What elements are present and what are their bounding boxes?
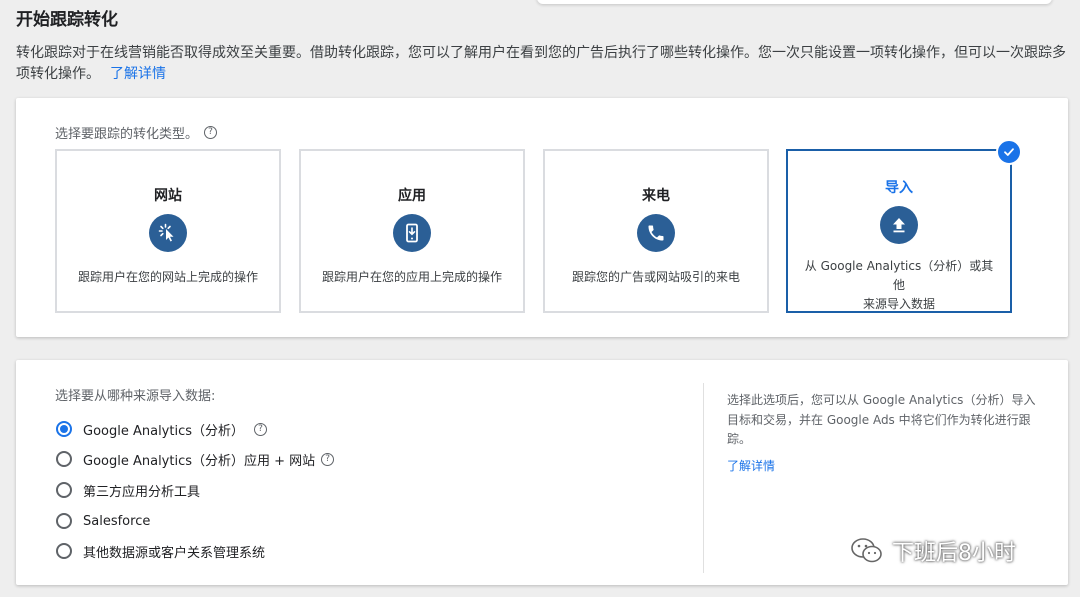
cursor-click-icon [149,214,187,252]
page-title: 开始跟踪转化 [16,10,118,30]
type-card-title: 网站 [154,188,182,204]
side-note: 选择此选项后，您可以从 Google Analytics（分析）导入目标和交易，… [727,393,1036,446]
radio-option-third-party[interactable]: 第三方应用分析工具 [56,480,200,500]
radio-button[interactable] [56,513,72,529]
radio-label: Salesforce [83,513,151,529]
upload-icon [880,206,918,244]
intro-learn-more-link[interactable]: 了解详情 [110,66,166,82]
radio-label: Google Analytics（分析）应用 + 网站 [83,453,316,469]
help-icon[interactable]: ? [254,422,268,436]
intro-text: 转化跟踪对于在线营销能否取得成效至关重要。借助转化跟踪，您可以了解用户在看到您的… [16,43,1066,85]
radio-option-ga-app-web[interactable]: Google Analytics（分析）应用 + 网站 ? [56,449,335,469]
type-card-desc-line: 从 Google Analytics（分析）或其他 [804,259,994,292]
type-card-desc: 跟踪用户在您的网站上完成的操作 [77,270,258,284]
type-card-title: 来电 [642,188,670,204]
type-card-calls[interactable]: 来电 跟踪您的广告或网站吸引的来电 [543,149,769,313]
type-card-desc-line: 来源导入数据 [862,297,935,311]
radio-label: 其他数据源或客户关系管理系统 [83,545,266,561]
side-learn-more-link[interactable]: 了解详情 [727,457,775,474]
phone-app-icon [393,214,431,252]
type-card-title: 应用 [398,188,426,204]
help-icon[interactable]: ? [204,126,218,139]
check-icon [996,139,1022,165]
import-source-label: 选择要从哪种来源导入数据: [55,389,216,404]
conversion-type-label: 选择要跟踪的转化类型。? [55,123,218,142]
type-card-title: 导入 [885,180,913,196]
type-card-desc: 跟踪您的广告或网站吸引的来电 [571,270,740,284]
radio-button[interactable] [56,543,72,559]
radio-label: 第三方应用分析工具 [83,484,201,500]
radio-button[interactable] [56,421,72,437]
type-card-website[interactable]: 网站 跟踪用户在您的网站上完成的操作 [55,149,281,313]
wechat-icon [851,538,882,563]
watermark-text: 下班后8小时 [892,541,1016,566]
radio-option-salesforce[interactable]: Salesforce [56,511,150,531]
radio-option-google-analytics[interactable]: Google Analytics（分析） ? [56,419,268,439]
radio-button[interactable] [56,482,72,498]
intro-paragraph: 转化跟踪对于在线营销能否取得成效至关重要。借助转化跟踪，您可以了解用户在看到您的… [16,45,1066,82]
type-card-import[interactable]: 导入 从 Google Analytics（分析）或其他 来源导入数据 [786,139,1022,314]
help-icon[interactable]: ? [321,452,335,466]
radio-option-other-crm[interactable]: 其他数据源或客户关系管理系统 [56,541,265,561]
type-card-desc: 从 Google Analytics（分析）或其他 来源导入数据 [788,257,1010,314]
phone-call-icon [637,214,675,252]
radio-label: Google Analytics（分析） [83,423,245,439]
top-card-edge [537,0,1052,4]
radio-button[interactable] [56,451,72,467]
conversion-type-label-text: 选择要跟踪的转化类型。 [55,127,199,142]
watermark: 下班后8小时 [850,535,1016,567]
type-card-app[interactable]: 应用 跟踪用户在您的应用上完成的操作 [299,149,525,313]
type-card-desc: 跟踪用户在您的应用上完成的操作 [321,270,502,284]
section-divider [703,383,704,573]
